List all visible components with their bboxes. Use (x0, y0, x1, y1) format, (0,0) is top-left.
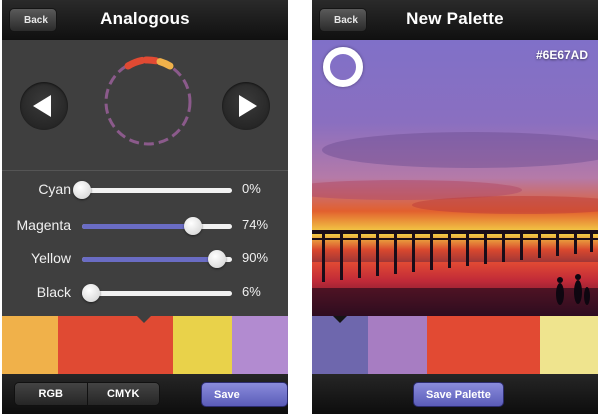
slider-value: 0% (242, 181, 261, 196)
rgb-mode-button[interactable]: RGB (15, 383, 87, 405)
color-wheel-ring-icon (104, 56, 192, 146)
swatch-1[interactable] (2, 316, 58, 374)
nav-bar: Back Analogous (2, 0, 288, 40)
color-mode-segmented-control: RGB CMYK (14, 382, 160, 406)
selected-notch (137, 316, 151, 323)
slider-row-cyan: Cyan 0% (2, 177, 288, 203)
previous-scheme-button[interactable] (20, 82, 68, 130)
magenta-slider[interactable] (82, 217, 232, 235)
palette-swatches (2, 316, 288, 374)
swatch-2[interactable] (58, 316, 173, 374)
slider-label: Black (36, 284, 71, 300)
swatch-2[interactable] (368, 316, 427, 374)
swatch-3[interactable] (427, 316, 540, 374)
selected-notch (333, 316, 347, 323)
new-palette-screen: Back New Palette #6E67AD Save Palette (312, 0, 598, 414)
slider-row-magenta: Magenta 74% (2, 213, 288, 239)
swatch-4[interactable] (232, 316, 288, 374)
slider-fill (82, 224, 193, 229)
slider-label: Cyan (38, 181, 71, 197)
swatch-4[interactable] (540, 316, 598, 374)
next-scheme-button[interactable] (222, 82, 270, 130)
slider-value: 6% (242, 284, 261, 299)
page-title: New Palette (406, 9, 504, 28)
slider-thumb[interactable] (208, 250, 226, 268)
cmyk-mode-button[interactable]: CMYK (86, 383, 159, 405)
save-palette-button[interactable]: Save Palette (413, 382, 504, 407)
swatch-3[interactable] (173, 316, 232, 374)
photo-canvas[interactable]: #6E67AD (312, 40, 598, 316)
analogous-screen: Back Analogous Cyan 0% Magenta 74% Yello… (2, 0, 288, 414)
slider-fill (82, 257, 217, 262)
bottom-toolbar: RGB CMYK Save Palette (2, 374, 288, 414)
swatch-1[interactable] (312, 316, 368, 374)
slider-thumb[interactable] (73, 181, 91, 199)
screenshot-stage: Back Analogous Cyan 0% Magenta 74% Yello… (0, 0, 600, 414)
slider-thumb[interactable] (184, 217, 202, 235)
color-picker-ring-icon[interactable] (323, 47, 363, 87)
save-palette-button[interactable]: Save Palette (201, 382, 288, 407)
slider-value: 90% (242, 250, 269, 265)
slider-label: Yellow (31, 250, 71, 266)
slider-label: Magenta (16, 217, 71, 233)
slider-thumb[interactable] (82, 284, 100, 302)
slider-value: 74% (242, 217, 269, 232)
black-slider[interactable] (82, 284, 232, 302)
bottom-toolbar: Save Palette (312, 374, 598, 414)
slider-row-black: Black 6% (2, 280, 288, 306)
cyan-slider[interactable] (73, 181, 232, 199)
page-title: Analogous (100, 9, 190, 28)
yellow-slider[interactable] (82, 250, 232, 268)
slider-row-yellow: Yellow 90% (2, 246, 288, 272)
triangle-left-icon (33, 95, 51, 117)
divider (2, 170, 288, 171)
nav-bar: Back New Palette (312, 0, 598, 40)
hex-value: #6E67AD (535, 48, 588, 62)
triangle-right-icon (239, 95, 257, 117)
palette-swatches (312, 316, 598, 374)
